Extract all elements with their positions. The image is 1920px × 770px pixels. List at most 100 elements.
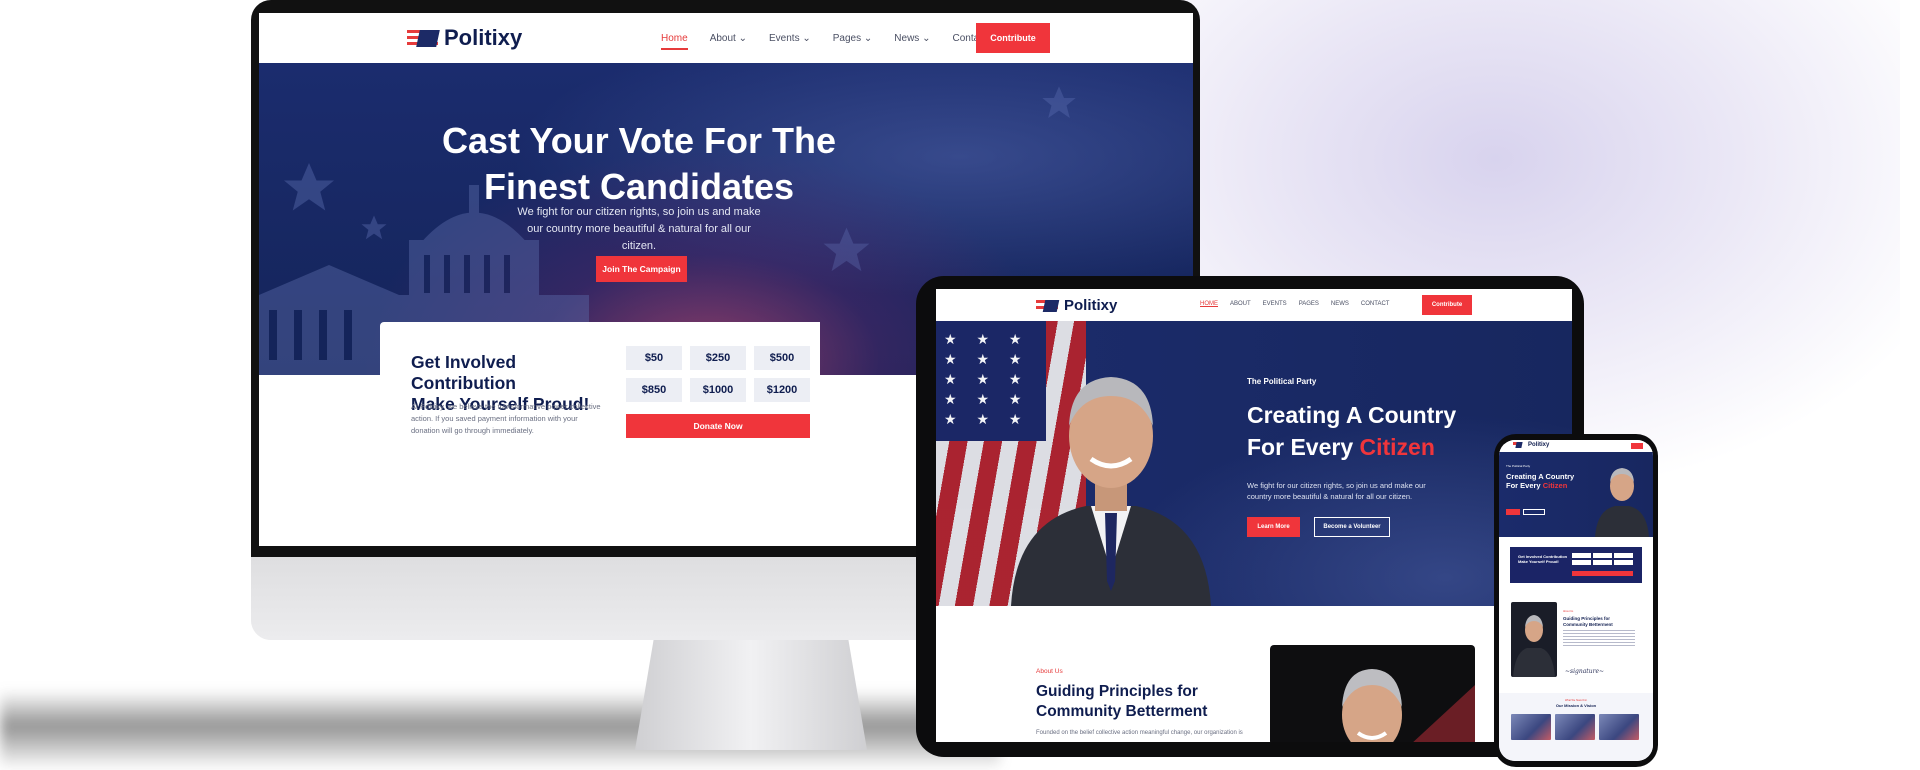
nav-item-contact[interactable]: CONTACT xyxy=(1361,301,1390,307)
flag-logo-icon xyxy=(1036,299,1058,312)
hero-kicker: The Political Party xyxy=(1506,464,1531,468)
amount-option[interactable] xyxy=(1572,553,1591,558)
contribution-title-line1: Get Involved Contribution xyxy=(411,352,517,393)
about-kicker: About Us xyxy=(1036,668,1063,675)
nav-item-news[interactable]: NEWS xyxy=(1331,301,1349,307)
star-icon xyxy=(284,163,334,211)
brand-name: Politixy xyxy=(444,25,523,50)
hero-title-line2: For Every xyxy=(1247,434,1360,460)
text-line xyxy=(1563,639,1635,640)
about-text: Founded on the belief collective action … xyxy=(1036,730,1243,736)
contribute-button[interactable]: Contribute xyxy=(1422,295,1472,315)
amount-option[interactable]: $250 xyxy=(690,346,746,370)
chevron-down-icon: ⌄ xyxy=(863,32,873,44)
text-line xyxy=(1563,636,1635,637)
become-volunteer-button[interactable] xyxy=(1523,509,1545,515)
phone-navbar: Politixy xyxy=(1499,440,1653,452)
brand-logo[interactable]: Politixy xyxy=(1036,297,1117,314)
tablet-screen: Politixy HOME ABOUT EVENTS PAGES NEWS CO… xyxy=(936,289,1572,742)
amount-option[interactable] xyxy=(1593,560,1612,565)
become-volunteer-button[interactable]: Become a Volunteer xyxy=(1314,517,1390,537)
donate-now-button[interactable] xyxy=(1572,571,1633,576)
donate-now-button[interactable]: Donate Now xyxy=(626,414,810,438)
hero-title-highlight: Citizen xyxy=(1542,481,1568,490)
chevron-down-icon: ⌄ xyxy=(922,32,931,44)
star-icon xyxy=(361,215,387,240)
mission-title: Our Mission & Vision xyxy=(1555,703,1597,708)
nav-item-pages[interactable]: PAGES xyxy=(1299,301,1319,307)
nav-item-label: About xyxy=(709,32,736,44)
mission-thumbnail[interactable] xyxy=(1511,714,1551,740)
about-photo xyxy=(1270,645,1475,742)
hero-description: We fight for our citizen rights, so join… xyxy=(1247,481,1426,501)
star-icon xyxy=(823,227,870,272)
amount-option[interactable]: $500 xyxy=(754,346,810,370)
candidate-portrait xyxy=(1011,377,1211,606)
nav-item-home[interactable]: HOME xyxy=(1200,301,1218,307)
amount-option[interactable]: $1000 xyxy=(690,378,746,402)
desktop-nav-menu: Home About ⌄ Events ⌄ Pages ⌄ News ⌄ Con… xyxy=(661,33,987,50)
amount-option[interactable]: $850 xyxy=(626,378,682,402)
contribution-description: At Politixy, we believe the transformati… xyxy=(411,402,601,435)
nav-item-news[interactable]: News ⌄ xyxy=(894,33,930,44)
contribute-button[interactable]: Contribute xyxy=(976,23,1050,53)
amount-option[interactable] xyxy=(1614,553,1633,558)
candidate-photo xyxy=(1511,602,1557,677)
amount-options xyxy=(1572,553,1633,565)
hero-title: Cast Your Vote For The Finest Candidates xyxy=(359,118,919,210)
about-title-line2: Community Betterment xyxy=(1036,703,1208,720)
hero-title-highlight: Citizen xyxy=(1359,434,1435,460)
text-line xyxy=(1563,633,1635,634)
signature-icon: ~signature~ xyxy=(1565,668,1605,675)
nav-item-label: Events xyxy=(769,32,800,44)
tablet-hero: ★ ★ ★ ★ ★ ★ ★ ★ ★ ★ ★ ★ ★ ★ ★ The Politi… xyxy=(936,321,1572,606)
mission-section: What We Stand For Our Mission & Vision xyxy=(1499,693,1653,761)
amount-option[interactable] xyxy=(1593,553,1612,558)
brand-logo[interactable]: Politixy xyxy=(1513,442,1549,448)
phone-screen: Politixy The Political Party Creating A … xyxy=(1499,440,1653,761)
about-title: Guiding Principles for Community Betterm… xyxy=(1036,682,1236,722)
amount-option[interactable]: $50 xyxy=(626,346,682,370)
about-text-lines xyxy=(1563,630,1635,648)
text-line xyxy=(1563,645,1635,646)
tablet-nav-menu: HOME ABOUT EVENTS PAGES NEWS CONTACT xyxy=(1200,301,1389,307)
nav-item-about[interactable]: About ⌄ xyxy=(710,33,747,44)
hero-title: Creating A Country For Every Citizen xyxy=(1506,472,1586,490)
nav-item-label: News xyxy=(894,32,920,44)
hero-title-line1: Creating A Country xyxy=(1247,402,1457,428)
mission-thumbnail[interactable] xyxy=(1555,714,1595,740)
candidate-portrait xyxy=(1595,468,1649,537)
flag-logo-icon xyxy=(1513,442,1522,448)
hero-description: We fight for our citizen rights, so join… xyxy=(517,206,761,252)
amount-option[interactable] xyxy=(1614,560,1633,565)
text-line xyxy=(1563,630,1635,631)
text-line xyxy=(1563,642,1635,643)
brand-logo[interactable]: Politixy xyxy=(407,25,522,51)
nav-item-events[interactable]: EVENTS xyxy=(1263,301,1287,307)
contribution-card: Get Involved Contribution Make Yourself … xyxy=(380,322,820,546)
desktop-navbar: Politixy Home About ⌄ Events ⌄ Pages ⌄ N… xyxy=(259,13,1193,63)
hero-title-line2: Finest Candidates xyxy=(483,166,795,207)
nav-item-pages[interactable]: Pages ⌄ xyxy=(833,33,873,44)
join-campaign-button[interactable]: Join The Campaign xyxy=(596,256,687,282)
flag-logo-icon xyxy=(407,29,438,47)
mission-thumbnail[interactable] xyxy=(1599,714,1639,740)
chevron-down-icon: ⌄ xyxy=(802,32,811,44)
nav-item-label: Pages xyxy=(832,32,862,44)
amount-options: $50 $250 $500 $850 $1000 $1200 xyxy=(626,346,810,402)
learn-more-button[interactable] xyxy=(1506,509,1520,515)
amount-option[interactable] xyxy=(1572,560,1591,565)
nav-item-about[interactable]: ABOUT xyxy=(1230,301,1251,307)
hero-title-line1: Cast Your Vote For The xyxy=(441,120,837,161)
amount-option[interactable]: $1200 xyxy=(754,378,810,402)
mission-thumbnails xyxy=(1511,714,1639,740)
learn-more-button[interactable]: Learn More xyxy=(1247,517,1300,537)
brand-name: Politixy xyxy=(1064,297,1118,314)
chevron-down-icon: ⌄ xyxy=(738,32,747,44)
nav-item-events[interactable]: Events ⌄ xyxy=(769,33,811,44)
brand-name: Politixy xyxy=(1528,442,1550,448)
menu-button[interactable] xyxy=(1631,443,1643,449)
about-kicker: About Us xyxy=(1563,610,1574,613)
hero-title-line2: For Every xyxy=(1506,481,1543,490)
nav-item-home[interactable]: Home xyxy=(661,33,688,50)
